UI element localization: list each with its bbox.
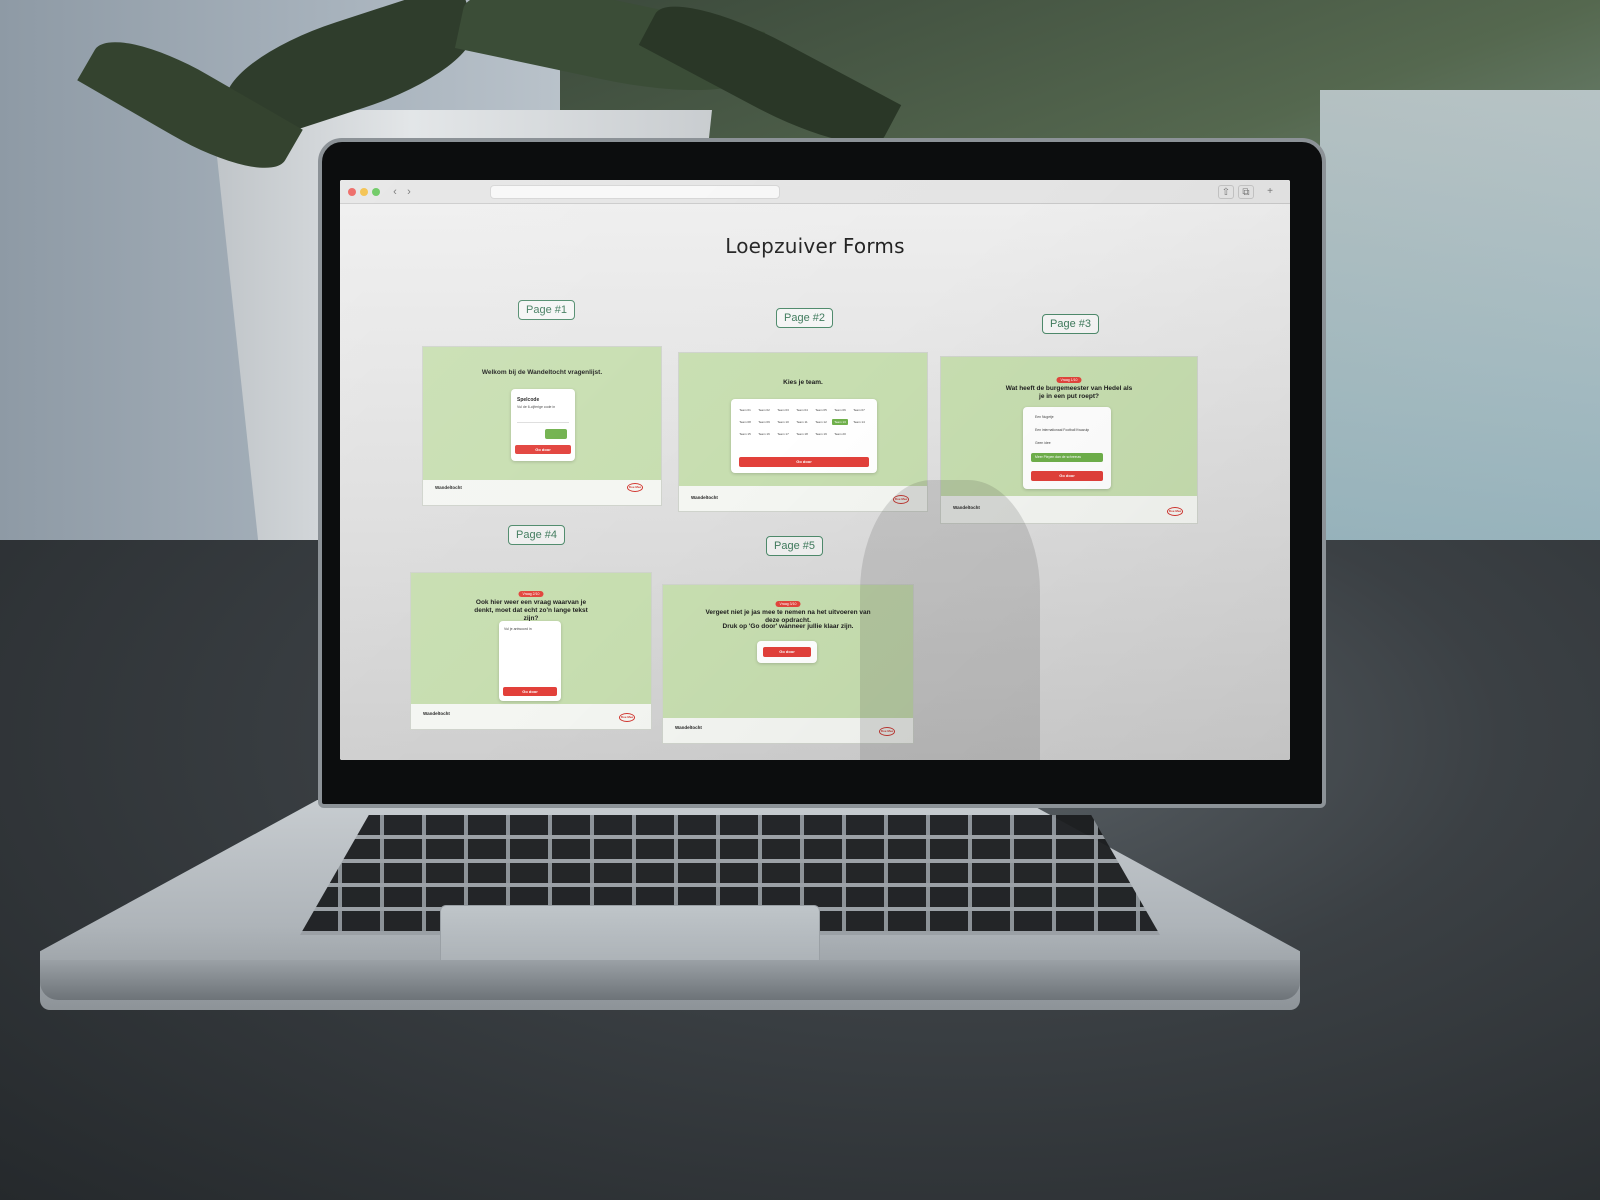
team-option[interactable]: Team 02 [756,407,772,413]
browser-toolbar: ‹ › ⇧ ⧉ + [340,180,1290,204]
question-badge: Vraag 1/10 [1056,377,1082,383]
form-heading: Kies je team. [783,379,823,386]
plus-icon[interactable]: + [1262,185,1278,199]
card-title: Spelcode [517,397,540,403]
answer-card: Een Nugetje Een internationaal Football … [1023,407,1111,489]
team-option[interactable]: Team 12 [813,419,829,425]
answer-option-selected[interactable]: Meer Piepen dan de schreeuw [1031,453,1103,462]
team-option[interactable]: Team 14 [851,419,867,425]
answer-option[interactable]: Geen idee [1031,439,1103,448]
team-option[interactable]: Team 10 [775,419,791,425]
team-select-card: Go door Team 01 Team 02 Team 03 Team 04 Team… [731,399,877,473]
confirm-code-button[interactable] [545,429,567,439]
team-option[interactable]: Team 20 [832,431,848,437]
form-heading: Welkom bij de Wandeltocht vragenlijst. [481,369,603,376]
laptop-base-front [40,960,1300,1000]
doe-mee-logo: Doe Mee [627,483,643,492]
page-2-tag[interactable]: Page #2 [776,308,833,328]
doe-mee-logo: Doe Mee [893,495,909,504]
page-title: Loepzuiver Forms [725,234,905,258]
textarea-placeholder: Vul je antwoord in [504,627,532,631]
laptop-screen: ‹ › ⇧ ⧉ + Loepzuiver Forms Page #1 Page … [340,180,1290,760]
team-option[interactable]: Team 11 [794,419,810,425]
tabs-icon[interactable]: ⧉ [1238,185,1254,199]
team-option[interactable]: Team 05 [813,407,829,413]
doe-mee-logo: Doe Mee [619,713,635,722]
team-option[interactable]: Team 04 [794,407,810,413]
go-door-button[interactable]: Go door [739,457,869,467]
team-option[interactable]: Team 17 [775,431,791,437]
page-4-preview[interactable]: Vraag 2/10 Ook hier weer een vraag waarv… [410,572,652,730]
address-bar[interactable] [490,185,780,199]
card-subtitle: Vul de 6-cijferige code in [517,405,556,409]
team-option[interactable]: Team 13 [832,419,848,425]
team-option[interactable]: Team 09 [756,419,772,425]
footer-wordmark: Wandeltocht [423,711,450,716]
team-option[interactable]: Team 08 [737,419,753,425]
go-door-button[interactable]: Go door [763,647,811,657]
form-heading: Ook hier weer een vraag waarvan je denkt… [474,599,588,623]
team-option[interactable]: Team 18 [794,431,810,437]
go-door-button[interactable]: Go door [1031,471,1103,481]
doe-mee-logo: Doe Mee [879,727,895,736]
question-badge: Vraag 3/10 [775,601,801,607]
team-option[interactable]: Team 16 [756,431,772,437]
team-option[interactable]: Team 01 [737,407,753,413]
footer-wordmark: Wandeltocht [435,485,462,490]
page-5-tag[interactable]: Page #5 [766,536,823,556]
chevron-left-icon[interactable]: ‹ [388,185,402,199]
spelcode-input[interactable] [517,417,569,423]
footer-wordmark: Wandeltocht [691,495,718,500]
page-2-preview[interactable]: Kies je team. Go door Team 01 Team 02 Team… [678,352,928,512]
go-door-button[interactable]: Go door [503,687,557,696]
question-badge: Vraag 2/10 [518,591,544,597]
page-3-preview[interactable]: Vraag 1/10 Wat heeft de burgemeester van… [940,356,1198,524]
page-5-preview[interactable]: Vraag 3/10 Vergeet niet je jas mee te ne… [662,584,914,744]
team-option[interactable]: Team 19 [813,431,829,437]
close-window-button[interactable] [348,188,356,196]
minimize-window-button[interactable] [360,188,368,196]
team-option[interactable]: Team 07 [851,407,867,413]
page-3-tag[interactable]: Page #3 [1042,314,1099,334]
page-4-tag[interactable]: Page #4 [508,525,565,545]
doe-mee-logo: Doe Mee [1167,507,1183,516]
footer-wordmark: Wandeltocht [675,725,702,730]
go-door-button[interactable]: Go door [515,445,571,454]
answer-option[interactable]: Een internationaal Football Kwazulp [1031,426,1103,435]
page-1-tag[interactable]: Page #1 [518,300,575,320]
page-1-preview[interactable]: Welkom bij de Wandeltocht vragenlijst. S… [422,346,662,506]
footer-wordmark: Wandeltocht [953,505,980,510]
confirm-card: Go door [757,641,817,663]
team-option[interactable]: Team 15 [737,431,753,437]
chevron-right-icon[interactable]: › [402,185,416,199]
form-heading: Wat heeft de burgemeester van Hedel als … [1005,385,1133,401]
maximize-window-button[interactable] [372,188,380,196]
answer-textarea[interactable]: Vul je antwoord in [504,627,556,683]
team-option[interactable]: Team 06 [832,407,848,413]
share-icon[interactable]: ⇧ [1218,185,1234,199]
form-subheading: Druk op 'Go door' wanneer jullie klaar z… [722,623,854,630]
team-option[interactable]: Team 03 [775,407,791,413]
answer-card: Vul je antwoord in Go door [499,621,561,701]
spelcode-card: Spelcode Vul de 6-cijferige code in Go d… [511,389,575,461]
answer-option[interactable]: Een Nugetje [1031,413,1103,422]
